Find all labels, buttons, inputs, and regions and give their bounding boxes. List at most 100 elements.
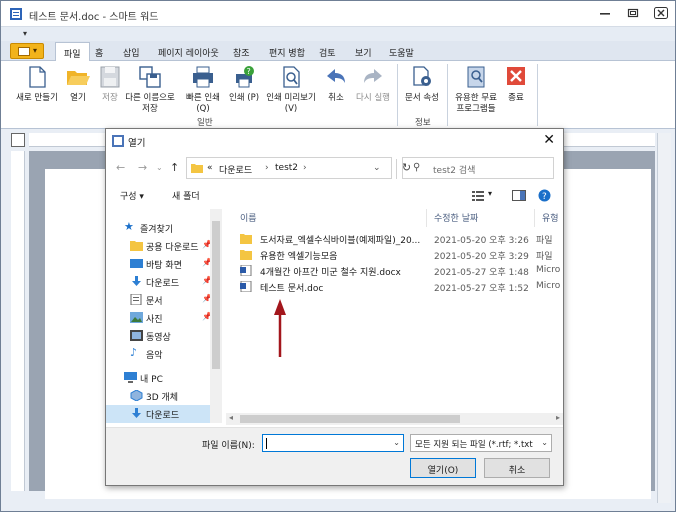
nav-item-desktop[interactable]: 바탕 화면 📌 (106, 255, 212, 273)
help-icon[interactable]: ? (538, 189, 551, 202)
pc-icon (124, 372, 137, 383)
nav-item-3d-objects[interactable]: 3D 개체 (106, 387, 210, 405)
window-title: 테스트 문서.doc - 스마트 워드 (29, 12, 159, 23)
document-properties-button[interactable]: 문서 속성 (401, 65, 443, 104)
navigation-scrollbar[interactable] (210, 209, 222, 423)
command-bar: 구성 ▾ 새 폴더 ▾ ? (106, 185, 563, 207)
free-programs-button[interactable]: 유용한 무료 프로그램들 (451, 65, 501, 115)
scroll-right-icon[interactable]: ▸ (556, 413, 560, 422)
breadcrumb-test2[interactable]: test2 (275, 163, 298, 173)
undo-button[interactable]: 취소 (321, 65, 351, 104)
filename-input[interactable]: ⌄ (262, 434, 404, 452)
tab-help[interactable]: 도움말 (389, 46, 414, 59)
scroll-left-icon[interactable]: ◂ (229, 413, 233, 422)
filetype-select[interactable]: 모든 지원 되는 파일 (*.rtf; *.txt ⌄ (410, 434, 552, 452)
tab-view[interactable]: 보기 (355, 46, 372, 59)
file-row[interactable]: 유용한 엑셀기능모음 2021-05-20 오후 3:29 파일 (236, 247, 563, 263)
dialog-footer: 파일 이름(N): ⌄ 모든 지원 되는 파일 (*.rtf; *.txt ⌄ … (106, 427, 563, 485)
folder-icon (240, 234, 252, 244)
tab-insert[interactable]: 삽입 (123, 46, 140, 59)
app-menu-icon (18, 47, 30, 56)
column-separator[interactable] (534, 209, 535, 227)
view-options-icon[interactable] (472, 190, 484, 201)
organize-button[interactable]: 구성 ▾ (120, 189, 144, 202)
column-name[interactable]: 이름 (240, 211, 257, 224)
open-button[interactable]: 열기(O) (410, 458, 476, 478)
quick-print-button[interactable]: 빠른 인쇄 (Q) (181, 65, 225, 115)
preview-pane-icon[interactable] (512, 190, 526, 201)
new-button[interactable]: 새로 만들기 (13, 65, 61, 104)
file-row[interactable]: 4개월간 아프간 미군 철수 지원.docx 2021-05-27 오후 1:4… (236, 263, 563, 279)
print-preview-button[interactable]: 인쇄 미리보기 (V) (263, 65, 319, 115)
search-input[interactable]: ⚲ test2 검색 (402, 157, 554, 179)
nav-item-downloads-pc[interactable]: 다운로드 (106, 405, 210, 423)
folder-icon (130, 241, 143, 251)
svg-text:?: ? (542, 192, 547, 202)
file-row[interactable]: 도서자료_엑셀수식바이블(예제파일)_20... 2021-05-20 오후 3… (236, 231, 563, 247)
address-bar[interactable]: « 다운로드 › test2 › ⌄ (186, 157, 392, 179)
ribbon-group-separator (397, 64, 398, 126)
dialog-title-bar: 열기 ✕ (106, 129, 563, 153)
group-label-info: 정보 (415, 118, 431, 128)
tab-page-layout[interactable]: 페이지 레이아웃 (158, 46, 219, 59)
back-arrow-icon[interactable]: ← (116, 161, 125, 174)
breadcrumb-downloads[interactable]: 다운로드 (219, 163, 252, 176)
file-row[interactable]: 테스트 문서.doc 2021-05-27 오후 1:52 Micro (236, 279, 563, 295)
search-placeholder: test2 검색 (433, 166, 476, 176)
tab-mail-merge[interactable]: 편지 병합 (269, 46, 305, 59)
scroll-thumb[interactable] (212, 221, 220, 369)
cancel-button[interactable]: 취소 (484, 458, 550, 478)
column-modified[interactable]: 수정한 날짜 (434, 211, 478, 224)
nav-item-public-downloads[interactable]: 공용 다운로드 📌 (106, 237, 212, 255)
address-dropdown-icon[interactable]: ⌄ (373, 163, 381, 173)
address-row: ← → ⌄ ↑ « 다운로드 › test2 › ⌄ ↻ ⚲ test2 검색 (106, 155, 563, 181)
print-button[interactable]: ? 인쇄 (P) (227, 65, 261, 104)
nav-item-downloads[interactable]: 다운로드 📌 (106, 273, 212, 291)
printer-icon (193, 66, 213, 88)
new-folder-button[interactable]: 새 폴더 (172, 189, 200, 202)
forward-arrow-icon[interactable]: → (138, 161, 147, 174)
svg-text:?: ? (247, 67, 251, 76)
close-icon[interactable] (653, 6, 669, 20)
breadcrumb-prefix: « (207, 163, 213, 173)
app-menu-button[interactable]: ▾ (10, 43, 44, 59)
restore-icon[interactable] (625, 6, 641, 20)
tab-review[interactable]: 검토 (319, 46, 336, 59)
breadcrumb-separator: › (265, 163, 269, 173)
view-dropdown-icon[interactable]: ▾ (488, 189, 492, 198)
minimize-icon[interactable] (597, 6, 613, 20)
word-doc-icon (240, 281, 252, 292)
nav-item-favorites[interactable]: ★ 즐겨찾기 (106, 219, 210, 237)
dialog-title: 열기 (128, 138, 146, 149)
column-separator[interactable] (426, 209, 427, 227)
ruler-corner[interactable] (11, 133, 25, 147)
save-as-button[interactable]: 다른 이름으로 저장 (125, 65, 175, 115)
exit-icon (507, 67, 525, 85)
nav-item-videos[interactable]: 동영상 (106, 327, 210, 345)
scroll-thumb[interactable] (240, 415, 460, 423)
nav-item-music[interactable]: ♪ 음악 (106, 345, 210, 363)
open-button[interactable]: 열기 (63, 65, 93, 104)
tab-home[interactable]: 홈 (95, 46, 103, 59)
ribbon-group-separator (537, 64, 538, 126)
nav-item-this-pc[interactable]: 내 PC (106, 369, 210, 387)
chevron-down-icon[interactable]: ⌄ (393, 438, 400, 447)
up-arrow-icon[interactable]: ↑ (170, 161, 179, 174)
undo-arrow-icon (327, 69, 345, 83)
nav-item-pictures[interactable]: 사진 📌 (106, 309, 212, 327)
file-list-scrollbar[interactable]: ◂ ▸ (226, 413, 563, 425)
nav-item-documents[interactable]: 문서 📌 (106, 291, 212, 309)
recent-locations-icon[interactable]: ⌄ (156, 163, 163, 172)
exit-button[interactable]: 종료 (503, 65, 529, 104)
column-type[interactable]: 유형 (542, 211, 559, 224)
tab-file[interactable]: 파일 (55, 42, 90, 62)
redo-button[interactable]: 다시 실행 (353, 65, 393, 104)
save-button[interactable]: 저장 (95, 65, 125, 104)
dialog-close-icon[interactable]: ✕ (543, 132, 555, 148)
cube-icon (130, 390, 143, 401)
vertical-ruler (11, 151, 25, 491)
print-preview-icon (283, 66, 300, 88)
document-scrollbar[interactable] (657, 133, 671, 503)
quick-access-dropdown-icon[interactable]: ▾ (23, 29, 27, 38)
tab-references[interactable]: 참조 (233, 46, 250, 59)
